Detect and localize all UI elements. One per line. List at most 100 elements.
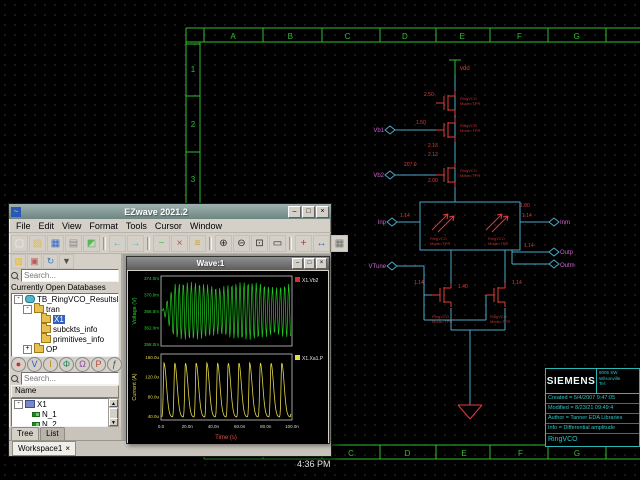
ezwave-titlebar[interactable]: ~ EZwave 2021.2 – □ ×: [9, 204, 331, 219]
undo-icon[interactable]: ←: [109, 235, 126, 252]
phase-icon[interactable]: Φ: [59, 357, 74, 372]
tree-item-N_2[interactable]: N_2: [12, 419, 108, 427]
zoom-fit-icon[interactable]: ⊡: [251, 235, 268, 252]
menu-tools[interactable]: Tools: [122, 221, 151, 231]
scroll-down-icon[interactable]: ▼: [109, 418, 118, 426]
power-icon[interactable]: P: [91, 357, 106, 372]
all-signals-icon[interactable]: ●: [11, 357, 26, 372]
database-search-row: [9, 269, 121, 282]
workspace-tab[interactable]: Workspace1 ×: [12, 441, 76, 456]
folder-icon: [34, 305, 44, 313]
voltage-icon[interactable]: V: [27, 357, 42, 372]
schematic-label: 1.14: [512, 280, 522, 286]
folder-icon: [41, 325, 51, 333]
signal-toolbar: ●VIΦΩPƒ: [9, 357, 121, 372]
search-icon: [11, 272, 19, 280]
delete-wave-icon[interactable]: ×: [171, 235, 188, 252]
maximize-button[interactable]: □: [302, 206, 315, 218]
redo-icon[interactable]: →: [127, 235, 144, 252]
tree-item-primitives_info[interactable]: primitives_info: [12, 334, 118, 344]
svg-text:G: G: [574, 32, 580, 41]
tree-item-X1[interactable]: -X1: [12, 399, 108, 409]
tree-item-OP[interactable]: +OP: [12, 344, 118, 354]
toolbar-separator: [103, 237, 106, 250]
menu-view[interactable]: View: [58, 221, 85, 231]
tree-item-X1[interactable]: X1: [12, 314, 118, 324]
expander-icon[interactable]: -: [23, 305, 32, 314]
menu-edit[interactable]: Edit: [35, 221, 59, 231]
legend-swatch: [295, 355, 300, 360]
chip-icon: [25, 400, 35, 408]
svg-text:D: D: [402, 32, 408, 41]
database-search-input[interactable]: [21, 269, 119, 282]
schematic-label: 2.00: [428, 178, 438, 184]
zoom-out-icon[interactable]: ⊖: [233, 235, 250, 252]
menu-window[interactable]: Window: [186, 221, 226, 231]
menu-cursor[interactable]: Cursor: [151, 221, 186, 231]
legend-label[interactable]: X1.Vb2: [302, 278, 319, 284]
expander-icon[interactable]: -: [14, 400, 23, 409]
schematic-label: 1.40: [458, 284, 468, 290]
minimize-button[interactable]: –: [288, 206, 301, 218]
refresh-icon[interactable]: ↻: [43, 254, 58, 269]
tree-item-N_1[interactable]: N_1: [12, 409, 108, 419]
tree-item-subckts_info[interactable]: subckts_info: [12, 324, 118, 334]
schematic-label: Vb1: [373, 128, 384, 134]
legend-label[interactable]: X1.Xa1.P: [302, 356, 324, 362]
overlay-icon[interactable]: ≡: [189, 235, 206, 252]
wave-maximize-button[interactable]: □: [304, 258, 315, 269]
tree-item-tran[interactable]: -tran: [12, 304, 118, 314]
menu-format[interactable]: Format: [85, 221, 122, 231]
schematic-label: Mode=TPR: [432, 319, 452, 324]
schematic-label: 1.14: [522, 213, 532, 219]
panel-tabs: TreeList: [9, 427, 121, 440]
open-db-icon[interactable]: ▨: [11, 254, 26, 269]
main-toolbar: ▢▨▦▤◩←→~×≡⊕⊖⊡▭+↔▦: [9, 233, 331, 254]
save-icon[interactable]: ▦: [47, 235, 64, 252]
tab-list[interactable]: List: [40, 427, 64, 440]
signal-search-input[interactable]: [21, 372, 119, 385]
add-wave-icon[interactable]: ~: [153, 235, 170, 252]
tab-tree[interactable]: Tree: [11, 427, 39, 440]
svg-text:2: 2: [191, 120, 196, 129]
new-icon[interactable]: ▢: [11, 235, 28, 252]
print-icon[interactable]: ▤: [65, 235, 82, 252]
ohm-icon[interactable]: Ω: [75, 357, 90, 372]
current-icon[interactable]: I: [43, 357, 58, 372]
scroll-up-icon[interactable]: ▲: [109, 399, 118, 407]
snapshot-icon[interactable]: ◩: [83, 235, 100, 252]
tree-item-TB_RingVCO_ResultsPa[interactable]: -TB_RingVCO_ResultsPa: [12, 294, 118, 304]
signal-icon: [32, 422, 40, 427]
signal-search-row: [9, 372, 121, 385]
svg-text:20.0n: 20.0n: [182, 424, 194, 429]
zoom-box-icon[interactable]: ▭: [269, 235, 286, 252]
signal-tree: -X1N_1N_2N_3N_4: [11, 398, 108, 427]
expander-icon[interactable]: +: [23, 345, 32, 354]
schematic-label: Inm: [560, 220, 570, 226]
close-button[interactable]: ×: [316, 206, 329, 218]
toolbar-separator: [147, 237, 150, 250]
expression-icon[interactable]: ƒ: [107, 357, 122, 372]
expander-icon[interactable]: -: [14, 295, 23, 304]
menu-file[interactable]: File: [12, 221, 35, 231]
zoom-in-icon[interactable]: ⊕: [215, 235, 232, 252]
grid-icon[interactable]: ▦: [331, 235, 348, 252]
schematic-label: Outp: [560, 250, 574, 256]
wave-minimize-button[interactable]: –: [292, 258, 303, 269]
cursor-icon[interactable]: +: [295, 235, 312, 252]
schematic-label: 2.50: [424, 92, 434, 98]
waveform-plot[interactable]: 374.0m370.0m366.0m362.0m358.0m160.0u120.…: [128, 271, 328, 444]
signal-tree-scrollbar[interactable]: ▲ ▼: [108, 398, 119, 427]
mdi-area: Wave:1 – □ × 374.0m370.0m366.0m362.0m358…: [123, 254, 331, 440]
title-block-info: Info = Differential amplitude: [546, 424, 639, 434]
open-icon[interactable]: ▨: [29, 235, 46, 252]
filter-icon[interactable]: ▼: [59, 254, 74, 269]
workspace-close-icon[interactable]: ×: [65, 443, 70, 455]
svg-text:A: A: [230, 32, 236, 41]
wave-close-button[interactable]: ×: [316, 258, 327, 269]
wave-titlebar[interactable]: Wave:1 – □ ×: [127, 257, 329, 270]
close-db-icon[interactable]: ▣: [27, 254, 42, 269]
name-column-header[interactable]: Name: [11, 385, 119, 398]
measure-icon[interactable]: ↔: [313, 235, 330, 252]
window-title: EZwave 2021.2: [24, 207, 288, 217]
